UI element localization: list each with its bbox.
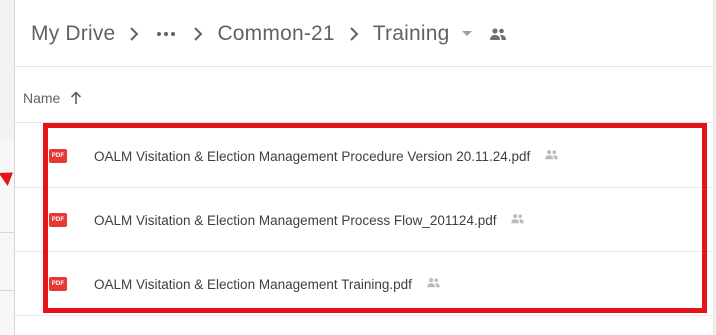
background-divider xyxy=(0,232,14,233)
breadcrumb-common-21[interactable]: Common-21 xyxy=(217,22,334,46)
shared-people-icon xyxy=(510,213,525,224)
column-header-name[interactable]: Name xyxy=(23,90,60,106)
row-divider xyxy=(15,315,713,316)
breadcrumb-training[interactable]: Training xyxy=(373,22,450,46)
breadcrumb: My Drive Common-21 Training xyxy=(31,18,507,50)
list-divider xyxy=(15,122,713,123)
arrow-upward-icon[interactable] xyxy=(70,91,82,105)
file-name-label[interactable]: OALM Visitation & Election Management Tr… xyxy=(94,277,441,292)
header-divider xyxy=(15,66,713,67)
arrow-drop-down-icon[interactable] xyxy=(461,30,473,38)
more-horiz-icon[interactable] xyxy=(153,32,179,36)
file-row[interactable]: PDF OALM Visitation & Election Managemen… xyxy=(15,252,713,316)
chevron-right-icon xyxy=(179,27,217,41)
file-name-text: OALM Visitation & Election Management Pr… xyxy=(94,148,531,164)
drive-folder-panel: My Drive Common-21 Training Name PDF OAL… xyxy=(14,0,714,335)
chevron-right-icon xyxy=(335,27,373,41)
breadcrumb-my-drive[interactable]: My Drive xyxy=(31,22,115,46)
chevron-right-icon xyxy=(115,27,153,41)
file-row[interactable]: PDF OALM Visitation & Election Managemen… xyxy=(15,188,713,252)
file-name-label[interactable]: OALM Visitation & Election Management Pr… xyxy=(94,149,559,164)
file-name-label[interactable]: OALM Visitation & Election Management Pr… xyxy=(94,213,525,228)
file-name-text: OALM Visitation & Election Management Pr… xyxy=(94,212,497,228)
shared-people-icon xyxy=(426,277,441,288)
screenshot-stage: My Drive Common-21 Training Name PDF OAL… xyxy=(0,0,716,335)
pdf-icon: PDF xyxy=(49,277,67,291)
file-name-text: OALM Visitation & Election Management Tr… xyxy=(94,276,412,292)
file-row[interactable]: PDF OALM Visitation & Election Managemen… xyxy=(15,124,713,188)
pdf-icon: PDF xyxy=(49,213,67,227)
shared-people-icon xyxy=(489,27,507,41)
pdf-icon: PDF xyxy=(49,149,67,163)
sort-by-name-header[interactable]: Name xyxy=(23,90,82,106)
background-divider xyxy=(0,290,14,291)
shared-people-icon xyxy=(544,149,559,160)
